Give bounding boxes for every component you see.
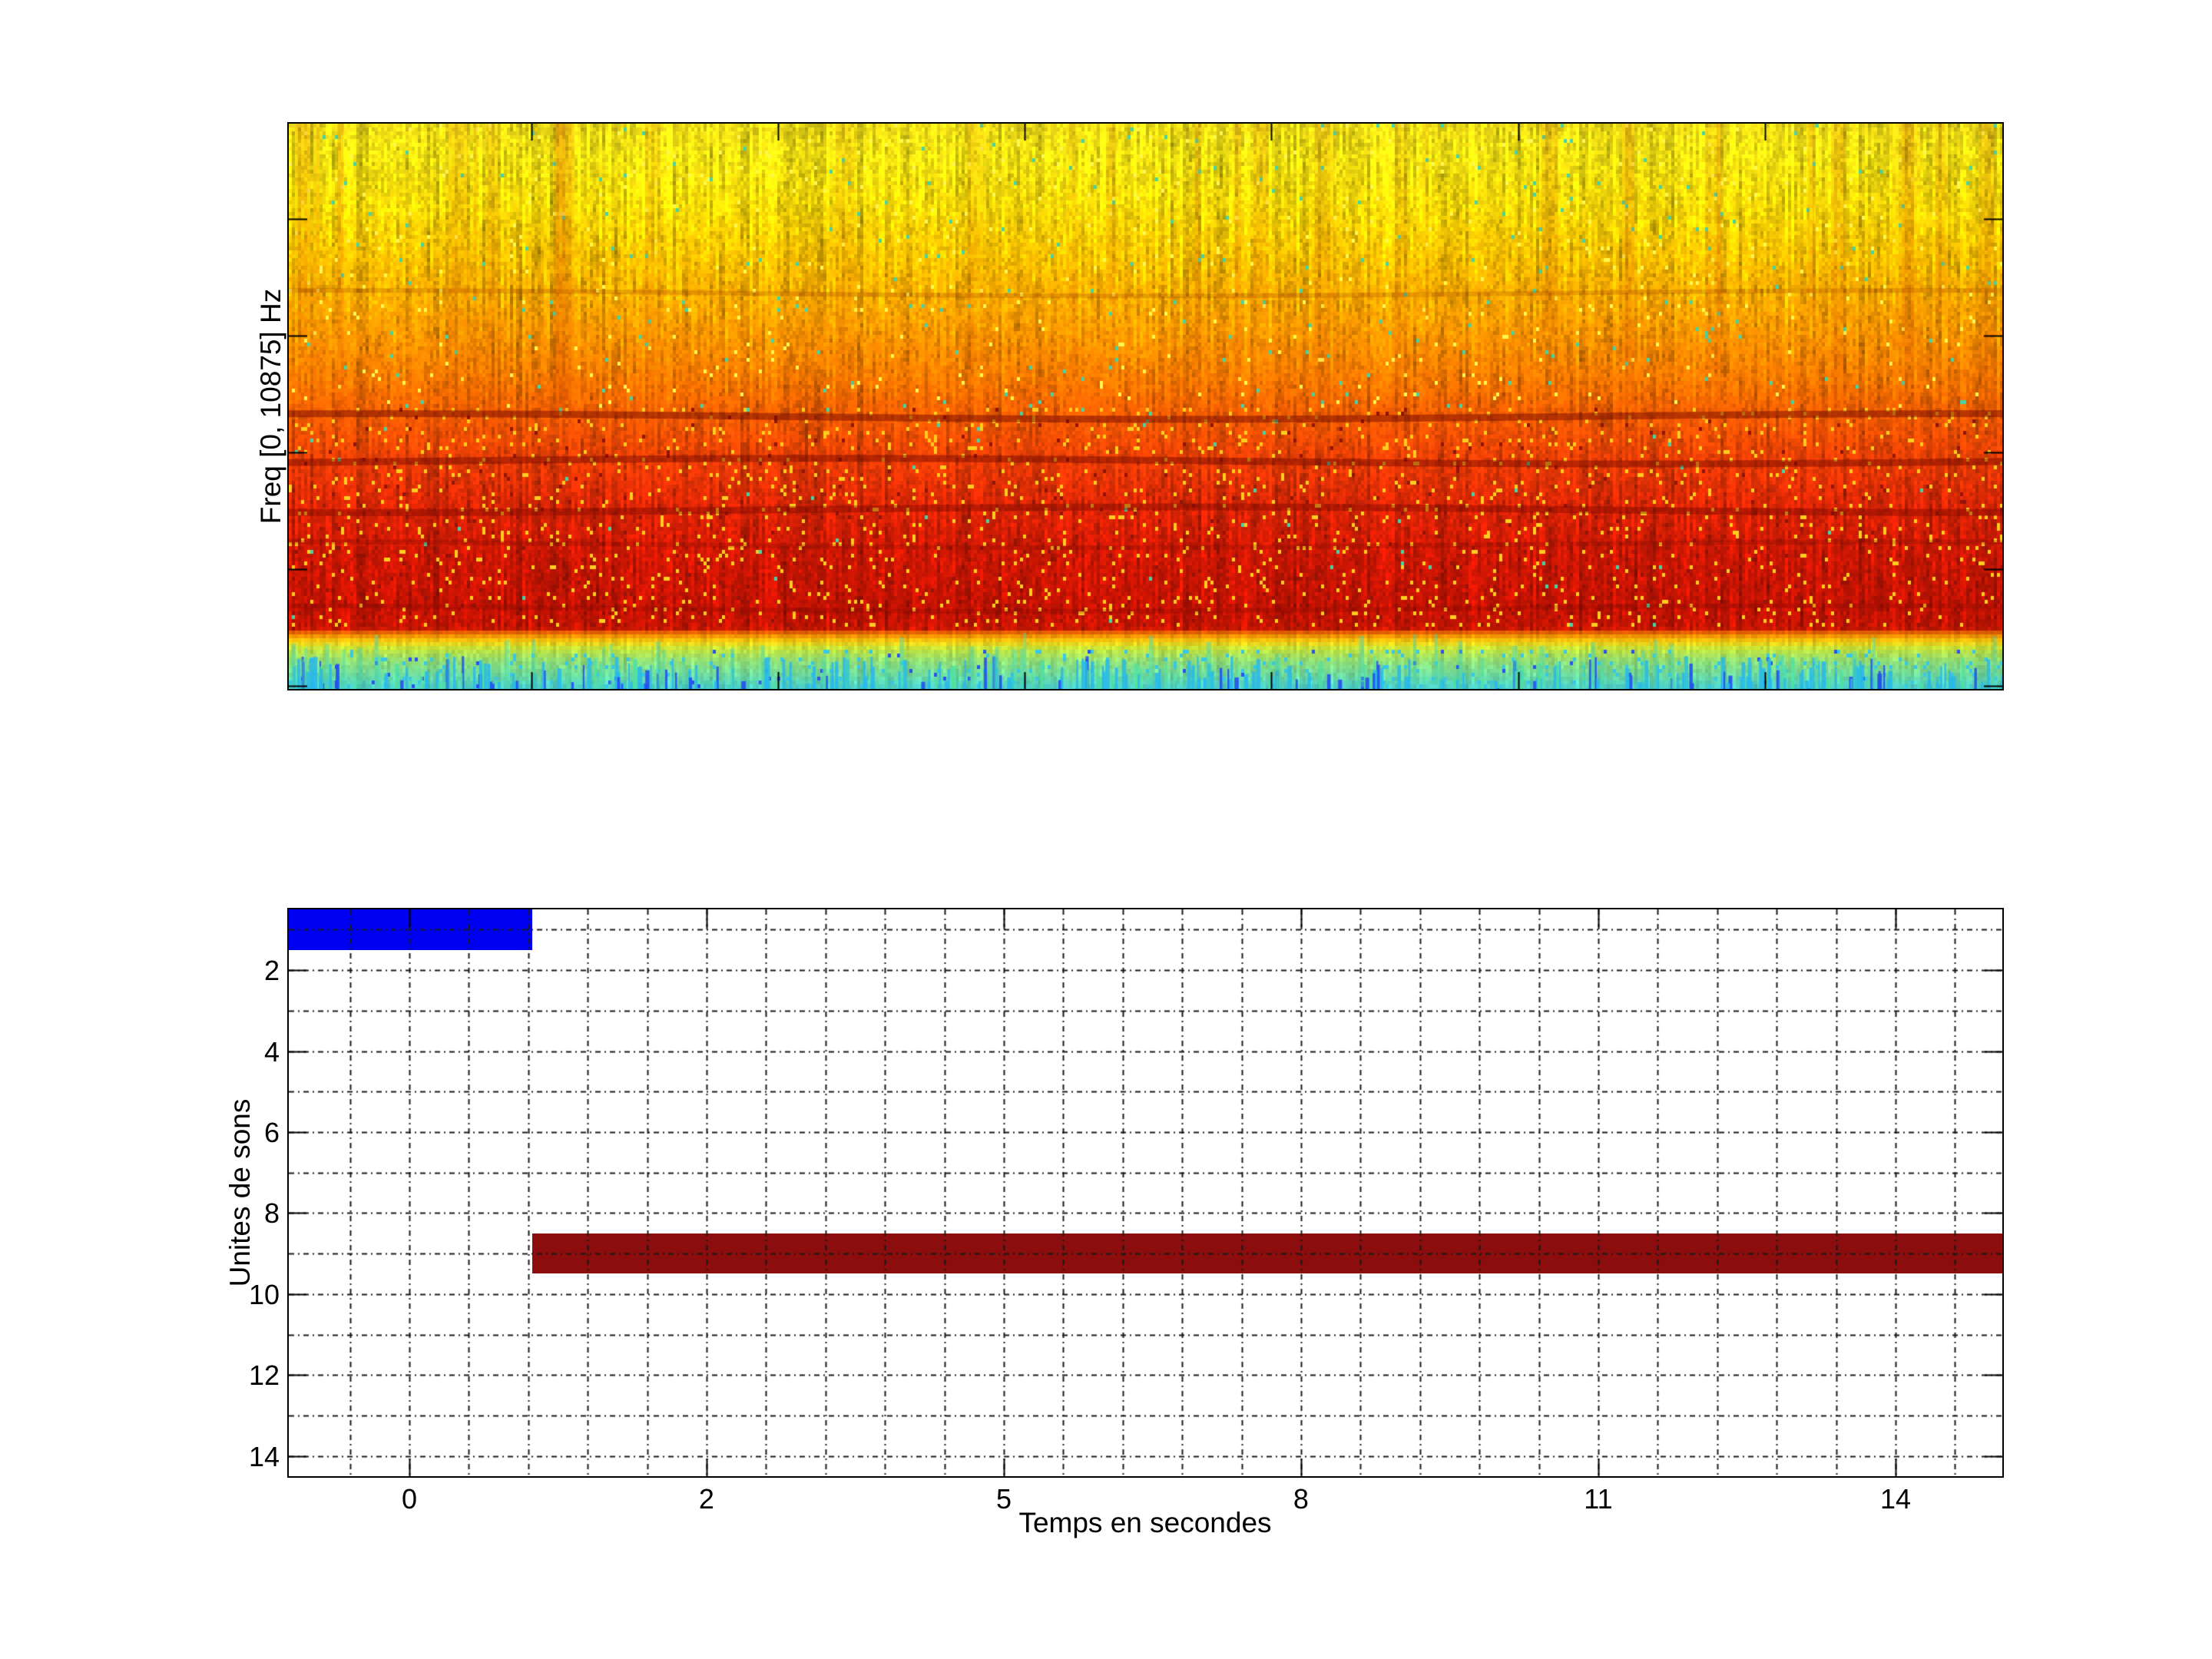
- spectrogram-ylabel: Freq [0, 10875] Hz: [255, 114, 289, 698]
- activity-ylabel: Unites de sons: [224, 901, 258, 1485]
- y-tick-label-10: 10: [195, 1279, 280, 1311]
- y-tick-label-14: 14: [195, 1441, 280, 1473]
- x-tick-label-8: 8: [1255, 1483, 1347, 1515]
- x-tick-label-2: 2: [661, 1483, 753, 1515]
- spectrogram-axes: [287, 122, 2004, 690]
- x-tick-label-14: 14: [1849, 1483, 1942, 1515]
- y-tick-label-12: 12: [195, 1359, 280, 1392]
- activity-axes: [287, 908, 2004, 1478]
- figure-canvas: Freq [0, 10875] Hz Unites de sons Temps …: [0, 0, 2212, 1659]
- x-tick-label-11: 11: [1552, 1483, 1644, 1515]
- y-tick-label-6: 6: [195, 1117, 280, 1149]
- activity-grid: [289, 909, 2002, 1476]
- y-tick-label-8: 8: [195, 1197, 280, 1230]
- spectrogram-image: [289, 124, 2002, 689]
- x-tick-label-5: 5: [958, 1483, 1050, 1515]
- x-tick-label-0: 0: [363, 1483, 455, 1515]
- y-tick-label-2: 2: [195, 955, 280, 987]
- y-tick-label-4: 4: [195, 1036, 280, 1068]
